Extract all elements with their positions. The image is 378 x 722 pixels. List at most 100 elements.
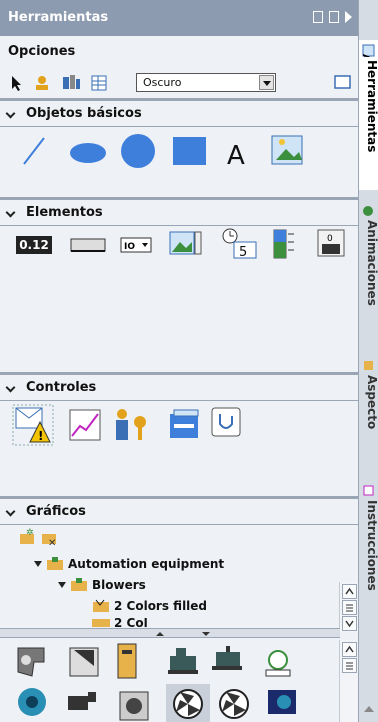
tab-instructions-label: Instrucciones — [365, 500, 378, 591]
graphics-toolbar: ✲ ✕ — [20, 528, 56, 548]
panel-titlebar: Herramientas — [0, 0, 358, 36]
tree-item-label: 2 Col — [114, 618, 148, 628]
box-fan-tile-icon — [119, 691, 149, 721]
fan-panel-tile-icon — [268, 690, 296, 714]
section-elements[interactable]: Elementos — [0, 200, 358, 226]
date-time-field-icon[interactable]: 5 — [220, 226, 260, 260]
svg-text:✲: ✲ — [26, 528, 34, 538]
new-folder-icon: ✲ — [20, 528, 34, 544]
splitter[interactable] — [0, 628, 340, 638]
basic-objects-palette: A — [23, 134, 303, 171]
appearance-icon — [364, 361, 373, 370]
float-icon[interactable] — [313, 11, 323, 23]
folder-icon — [92, 619, 110, 627]
svg-text:IO: IO — [124, 242, 135, 252]
chevron-down-icon[interactable] — [259, 75, 274, 90]
tree-item-2-colors-filled[interactable]: 2 Colors filled — [92, 596, 207, 616]
section-elements-label: Elementos — [26, 205, 103, 220]
switch-element-icon[interactable]: 0 — [316, 228, 348, 260]
library-icon — [63, 75, 80, 89]
user-icon — [36, 76, 48, 90]
theme-select-value: Oscuro — [143, 76, 182, 89]
expand-triangle-icon[interactable] — [34, 561, 42, 567]
section-controls-label: Controles — [26, 380, 97, 395]
scroll-up-icon[interactable] — [363, 704, 375, 714]
tree-item-2-colors-partial[interactable]: 2 Col — [92, 618, 148, 628]
pump-tile-icon — [212, 646, 242, 670]
chevron-down-icon — [5, 382, 16, 393]
folder-icon — [47, 557, 63, 570]
tab-animations-label: Animaciones — [365, 220, 378, 306]
panel-title: Herramientas — [8, 10, 109, 25]
scroll-down-icon[interactable] — [342, 616, 357, 631]
tools-panel: Herramientas Opciones Oscuro Objetos bás… — [0, 0, 358, 722]
section-graphics-label: Gráficos — [26, 504, 86, 519]
graphics-tiles — [17, 643, 296, 722]
tree-item-label: 2 Colors filled — [114, 599, 208, 613]
scroll-up-icon[interactable] — [342, 642, 357, 657]
diagnostics-view-icon — [211, 407, 241, 437]
graphic-view-icon — [271, 135, 303, 165]
svg-text:!: ! — [38, 429, 43, 443]
pin-icon[interactable] — [329, 11, 339, 23]
section-graphics[interactable]: Gráficos — [0, 499, 358, 525]
blower-tile-icon — [17, 647, 45, 677]
section-basic-label: Objetos básicos — [26, 106, 142, 121]
trend-view-icon — [69, 409, 101, 441]
alarm-view-icon: ! — [15, 407, 51, 443]
text-icon: A — [227, 141, 245, 171]
motor-tile-icon — [168, 648, 198, 674]
fan-unit-tile-icon — [68, 692, 96, 710]
io-field-icon[interactable]: 0.12 — [16, 236, 52, 254]
axial-fan-tile-icon — [173, 689, 203, 719]
svg-text:5: 5 — [239, 245, 247, 260]
tiles-scrollbar[interactable] — [339, 640, 358, 722]
chevron-down-icon — [5, 506, 16, 517]
blower-blue-tile-icon — [18, 688, 46, 716]
graphics-tree: Automation equipment Blowers 2 Colors fi… — [0, 550, 358, 628]
bar-element-icon[interactable] — [270, 228, 300, 260]
svg-text:✕: ✕ — [48, 538, 56, 548]
rectangle-icon — [173, 137, 206, 165]
axial-fan-2-tile-icon — [219, 689, 249, 719]
delete-folder-icon: ✕ — [42, 534, 56, 548]
tab-instructions[interactable]: Instrucciones — [359, 480, 378, 610]
symbolic-io-icon[interactable]: IO — [120, 236, 156, 256]
tab-appearance[interactable]: Aspecto — [359, 355, 378, 465]
recipe-view-icon — [170, 409, 199, 438]
tab-appearance-label: Aspecto — [365, 375, 378, 430]
circle-icon — [121, 134, 155, 168]
table-icon — [91, 75, 107, 91]
collapse-arrow-icon[interactable] — [345, 11, 352, 23]
scroll-grip-icon[interactable] — [342, 600, 357, 615]
svg-text:A: A — [362, 54, 370, 57]
tab-tools[interactable]: A Herramientas — [359, 40, 378, 190]
tab-animations[interactable]: Animaciones — [359, 200, 378, 340]
options-toolbar — [12, 75, 107, 91]
animations-icon — [363, 206, 373, 216]
titlebar-controls — [313, 11, 352, 23]
tree-scrollbar[interactable] — [339, 582, 358, 632]
section-controls[interactable]: Controles — [0, 375, 358, 401]
svg-text:0: 0 — [327, 234, 333, 244]
line-icon — [23, 137, 45, 165]
pointer-icon — [12, 76, 21, 91]
scroll-grip-icon[interactable] — [342, 658, 357, 673]
user-view-icon — [116, 409, 146, 440]
scroll-up-icon[interactable] — [342, 584, 357, 599]
folder-icon — [71, 578, 87, 591]
graphic-io-icon[interactable] — [168, 228, 204, 260]
theme-select[interactable]: Oscuro — [136, 73, 276, 92]
cabinet-tile-icon — [117, 643, 137, 679]
chevron-down-icon — [5, 108, 16, 119]
expand-triangle-icon[interactable] — [58, 582, 66, 588]
tree-item-blowers[interactable]: Blowers — [58, 575, 146, 595]
screen-icon[interactable] — [334, 74, 352, 91]
section-basic-objects[interactable]: Objetos básicos — [0, 101, 358, 127]
tree-item-label: Automation equipment — [68, 557, 225, 571]
controls-palette: ! — [12, 404, 241, 446]
button-element-icon[interactable] — [70, 236, 108, 256]
splitter-arrows-icon[interactable] — [152, 630, 216, 638]
tree-item-automation-equipment[interactable]: Automation equipment — [34, 554, 224, 574]
ellipse-icon — [70, 143, 106, 163]
